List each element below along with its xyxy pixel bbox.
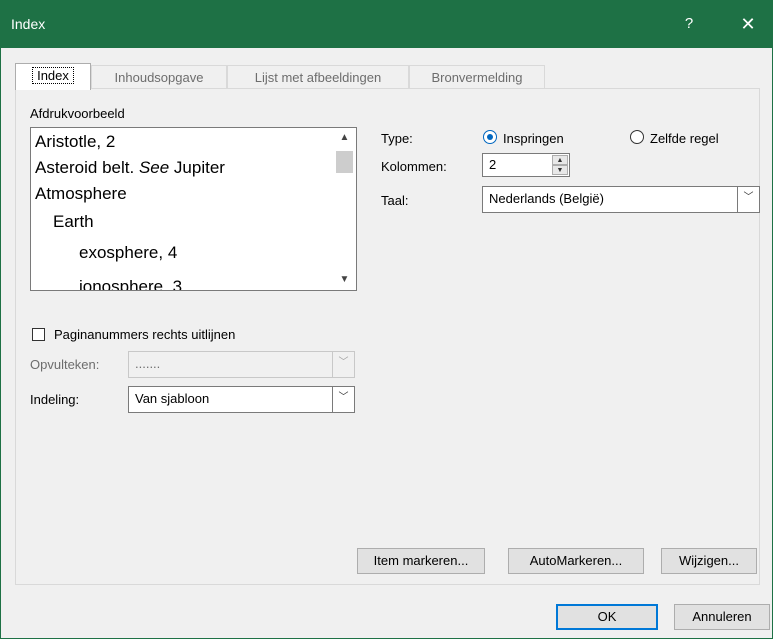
- mark-entry-button[interactable]: Item markeren...: [357, 548, 485, 574]
- close-icon[interactable]: ✕: [736, 14, 760, 34]
- preview-line: Earth: [53, 212, 94, 231]
- preview-label: Afdrukvoorbeeld: [30, 106, 125, 121]
- index-dialog: Index ? ✕ Index Inhoudsopgave Lijst met …: [0, 0, 773, 639]
- format-select[interactable]: Van sjabloon ﹀: [128, 386, 355, 413]
- tab-inhoudsopgave-label: Inhoudsopgave: [114, 70, 204, 85]
- radio-zelfde-regel-label[interactable]: Zelfde regel: [650, 131, 719, 146]
- format-label: Indeling:: [30, 392, 80, 407]
- chevron-down-icon: ﹀: [332, 352, 354, 377]
- tab-bronvermelding[interactable]: Bronvermelding: [409, 65, 545, 88]
- dialog-title: Index: [11, 16, 46, 32]
- language-select[interactable]: Nederlands (België) ﹀: [482, 186, 760, 213]
- preview-scrollbar[interactable]: ▲ ▼: [333, 128, 356, 290]
- title-bar: Index ? ✕: [1, 0, 773, 48]
- type-label: Type:: [381, 131, 413, 146]
- print-preview[interactable]: Aristotle, 2 Asteroid belt. See Jupiter …: [30, 127, 357, 291]
- automark-button[interactable]: AutoMarkeren...: [508, 548, 644, 574]
- language-value: Nederlands (België): [489, 191, 604, 206]
- radio-inspringen-label[interactable]: Inspringen: [503, 131, 564, 146]
- tab-lijst-label: Lijst met afbeeldingen: [254, 70, 382, 85]
- modify-button[interactable]: Wijzigen...: [661, 548, 757, 574]
- scroll-up-icon[interactable]: ▲: [333, 128, 356, 148]
- language-label: Taal:: [381, 193, 409, 208]
- radio-zelfde-regel[interactable]: [630, 130, 644, 144]
- leader-select[interactable]: ....... ﹀: [128, 351, 355, 378]
- preview-line: exosphere, 4: [79, 243, 178, 262]
- spin-down-icon[interactable]: ▼: [552, 165, 568, 175]
- cancel-button[interactable]: Annuleren: [674, 604, 770, 630]
- radio-inspringen[interactable]: [483, 130, 497, 144]
- columns-label: Kolommen:: [381, 159, 447, 174]
- chevron-down-icon[interactable]: ﹀: [332, 387, 354, 412]
- scroll-thumb[interactable]: [336, 151, 353, 173]
- help-icon[interactable]: ?: [679, 14, 699, 34]
- tab-inhoudsopgave[interactable]: Inhoudsopgave: [91, 65, 227, 88]
- tab-index-label: Index: [32, 67, 74, 84]
- leader-value: .......: [135, 356, 161, 371]
- scroll-down-icon[interactable]: ▼: [333, 270, 356, 290]
- columns-stepper[interactable]: 2 ▲ ▼: [482, 153, 570, 177]
- preview-line: ionosphere, 3: [79, 277, 183, 291]
- ok-button[interactable]: OK: [556, 604, 658, 630]
- chevron-down-icon[interactable]: ﹀: [737, 187, 759, 212]
- preview-line: Asteroid belt. See Jupiter: [35, 158, 225, 177]
- preview-line: Atmosphere: [35, 184, 127, 203]
- tab-bronvermelding-label: Bronvermelding: [431, 70, 523, 85]
- spin-up-icon[interactable]: ▲: [552, 155, 568, 165]
- tab-lijst-met-afbeeldingen[interactable]: Lijst met afbeeldingen: [227, 65, 409, 88]
- right-align-label[interactable]: Paginanummers rechts uitlijnen: [54, 327, 235, 342]
- format-value: Van sjabloon: [135, 391, 210, 406]
- tab-index[interactable]: Index: [15, 63, 91, 90]
- preview-line: Aristotle, 2: [35, 132, 116, 151]
- leader-label: Opvulteken:: [30, 357, 100, 372]
- right-align-checkbox[interactable]: [32, 328, 45, 341]
